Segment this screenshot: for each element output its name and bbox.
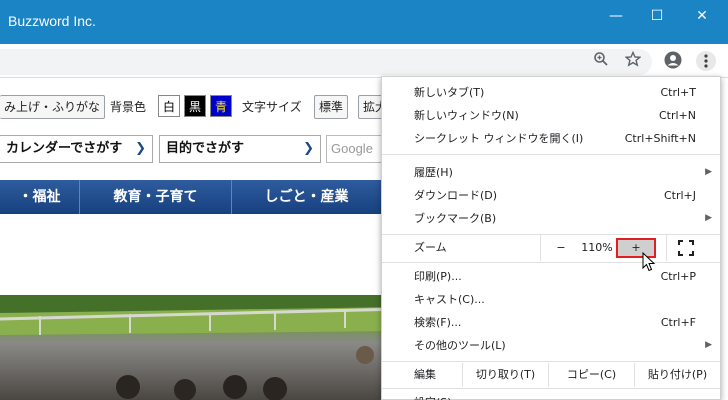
address-bar[interactable] (0, 49, 652, 75)
mouse-cursor-icon (642, 251, 656, 272)
menu-item-new-window[interactable]: 新しいウィンドウ(N) Ctrl+N (382, 104, 720, 127)
nav-education[interactable]: 教育・子育て (80, 180, 232, 214)
menu-item-shortcut: Ctrl+T (660, 86, 696, 99)
nav-work-industry[interactable]: しごと・産業 (232, 180, 382, 214)
read-aloud-button[interactable]: み上げ・ふりがな (0, 95, 106, 119)
zoom-icon[interactable] (591, 51, 611, 71)
menu-divider (382, 361, 720, 362)
hero-photo (0, 295, 400, 400)
menu-item-label: その他のツール(L) (414, 339, 506, 352)
menu-item-label: キャスト(C)... (414, 293, 485, 306)
menu-item-new-tab[interactable]: 新しいタブ(T) Ctrl+T (382, 81, 720, 104)
menu-item-shortcut: Ctrl+N (658, 109, 696, 122)
menu-icon[interactable] (696, 51, 716, 71)
profile-icon[interactable] (663, 51, 683, 71)
window-title: Buzzword Inc. (8, 13, 96, 29)
menu-item-label: 履歴(H) (414, 166, 453, 179)
menu-item-label: 検索(F)... (414, 316, 462, 329)
menu-item-label: シークレット ウィンドウを開く(I) (414, 132, 584, 145)
title-bar: Buzzword Inc. — ☐ ✕ (0, 0, 728, 44)
zoom-divider (666, 235, 667, 261)
global-nav: ・福祉 教育・子育て しごと・産業 (0, 180, 400, 214)
edit-label: 編集 (414, 368, 436, 381)
fullscreen-icon[interactable] (678, 240, 694, 256)
menu-item-bookmarks[interactable]: ブックマーク(B) ▶ (382, 207, 720, 230)
zoom-label: ズーム (414, 241, 447, 254)
menu-item-label: 新しいウィンドウ(N) (414, 109, 519, 122)
menu-divider (382, 262, 720, 263)
purpose-search-button[interactable]: 目的でさがす ❯ (159, 135, 321, 163)
bg-color-label: 背景色 (110, 100, 147, 114)
bg-black-button[interactable]: 黒 (184, 95, 206, 117)
submenu-arrow-icon: ▶ (705, 340, 712, 350)
menu-item-label: 新しいタブ(T) (414, 86, 485, 99)
menu-item-label: 設定(S) (414, 391, 452, 400)
menu-item-shortcut: Ctrl+P (660, 270, 696, 283)
close-button[interactable]: ✕ (686, 6, 718, 28)
copy-button[interactable]: コピー(C) (548, 363, 634, 387)
menu-item-cast[interactable]: キャスト(C)... (382, 288, 720, 311)
chevron-right-icon: ❯ (303, 141, 314, 156)
google-search-input[interactable]: Google (326, 135, 386, 163)
menu-item-label: ブックマーク(B) (414, 212, 497, 225)
menu-item-label: ダウンロード(D) (414, 189, 498, 202)
bg-white-button[interactable]: 白 (158, 95, 180, 117)
bg-blue-button[interactable]: 青 (210, 95, 232, 117)
maximize-button[interactable]: ☐ (641, 6, 673, 28)
submenu-arrow-icon: ▶ (705, 213, 712, 223)
nav-welfare[interactable]: ・福祉 (0, 180, 80, 214)
zoom-row: ズーム − 110% + (382, 235, 720, 261)
star-icon[interactable] (623, 50, 643, 71)
menu-divider (382, 154, 720, 155)
menu-item-downloads[interactable]: ダウンロード(D) Ctrl+J (382, 184, 720, 207)
menu-item-incognito[interactable]: シークレット ウィンドウを開く(I) Ctrl+Shift+N (382, 127, 720, 150)
calendar-search-button[interactable]: カレンダーでさがす ❯ (0, 135, 153, 163)
menu-item-find[interactable]: 検索(F)... Ctrl+F (382, 311, 720, 334)
menu-item-shortcut: Ctrl+F (660, 316, 696, 329)
zoom-level: 110% (581, 241, 613, 254)
zoom-divider (540, 235, 541, 261)
menu-item-history[interactable]: 履歴(H) ▶ (382, 161, 720, 184)
calendar-search-label: カレンダーでさがす (6, 141, 123, 156)
cut-button[interactable]: 切り取り(T) (462, 363, 548, 387)
menu-item-label: 印刷(P)... (414, 270, 462, 283)
font-standard-button[interactable]: 標準 (314, 95, 349, 119)
menu-item-settings[interactable]: 設定(S) (382, 391, 720, 400)
paste-button[interactable]: 貼り付け(P) (634, 363, 720, 387)
edit-row: 編集 切り取り(T) コピー(C) 貼り付け(P) (382, 363, 720, 387)
chevron-right-icon: ❯ (135, 141, 146, 156)
menu-divider (382, 388, 720, 389)
menu-item-print[interactable]: 印刷(P)... Ctrl+P (382, 265, 720, 288)
zoom-out-button[interactable]: − (554, 235, 568, 261)
purpose-search-label: 目的でさがす (166, 141, 245, 156)
browser-menu: 新しいタブ(T) Ctrl+T 新しいウィンドウ(N) Ctrl+N シークレッ… (381, 76, 721, 400)
submenu-arrow-icon: ▶ (705, 167, 712, 177)
menu-item-more-tools[interactable]: その他のツール(L) ▶ (382, 334, 720, 357)
menu-item-shortcut: Ctrl+J (663, 189, 696, 202)
font-size-label: 文字サイズ (242, 100, 302, 114)
browser-toolbar (0, 44, 728, 78)
menu-item-shortcut: Ctrl+Shift+N (624, 132, 696, 145)
minimize-button[interactable]: — (600, 6, 632, 28)
